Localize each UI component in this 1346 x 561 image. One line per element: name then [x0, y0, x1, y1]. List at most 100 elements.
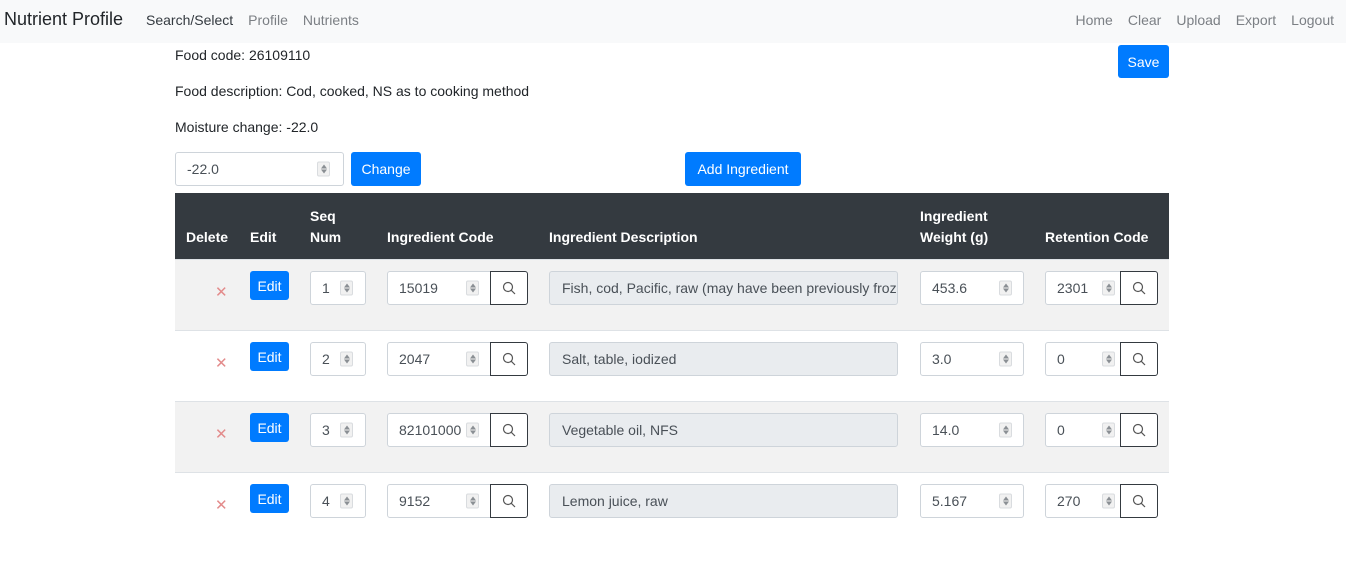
ingredient-code-spinner[interactable] — [466, 280, 479, 296]
edit-button[interactable]: Edit — [250, 271, 289, 300]
retention-code-input[interactable]: 2301 — [1045, 271, 1121, 305]
ingredient-weight-value: 14.0 — [932, 422, 960, 438]
delete-icon[interactable]: ✕ — [215, 354, 228, 372]
add-ingredient-button[interactable]: Add Ingredient — [685, 152, 801, 186]
nav-nutrients[interactable]: Nutrients — [303, 12, 359, 28]
seq-num-input[interactable]: 1 — [310, 271, 366, 305]
nav-clear[interactable]: Clear — [1128, 12, 1161, 28]
edit-button[interactable]: Edit — [250, 413, 289, 442]
ingredient-description-value: Salt, table, iodized — [562, 351, 677, 367]
table-row: ✕ Edit 3 82101000 Vegetable oil, NFS 14.0 0 — [175, 401, 1169, 472]
ingredient-weight-spinner[interactable] — [999, 351, 1012, 367]
header-retention-code: Retention Code — [1045, 229, 1149, 245]
table-header: Delete Edit Seq Num Ingredient Code Ingr… — [175, 193, 1169, 259]
retention-search-button[interactable] — [1120, 342, 1158, 376]
ingredient-weight-spinner[interactable] — [999, 493, 1012, 509]
seq-num-value: 4 — [322, 493, 330, 509]
header-num: Num — [310, 229, 342, 245]
ingredient-weight-input[interactable]: 3.0 — [920, 342, 1024, 376]
retention-search-button[interactable] — [1120, 484, 1158, 518]
retention-code-input[interactable]: 0 — [1045, 342, 1121, 376]
navbar: Nutrient Profile Search/Select Profile N… — [0, 0, 1346, 43]
ingredient-weight-spinner[interactable] — [999, 280, 1012, 296]
seq-num-input[interactable]: 2 — [310, 342, 366, 376]
retention-code-spinner[interactable] — [1102, 493, 1115, 509]
seq-num-spinner[interactable] — [340, 280, 353, 296]
ingredient-description-value: Vegetable oil, NFS — [562, 422, 678, 438]
header-ingredient-description: Ingredient Description — [549, 229, 698, 245]
delete-icon[interactable]: ✕ — [215, 496, 228, 514]
seq-num-input[interactable]: 3 — [310, 413, 366, 447]
header-ingredient-code: Ingredient Code — [387, 229, 494, 245]
retention-code-spinner[interactable] — [1102, 351, 1115, 367]
ingredient-weight-value: 453.6 — [932, 280, 968, 296]
seq-num-spinner[interactable] — [340, 493, 353, 509]
ingredient-search-button[interactable] — [490, 484, 528, 518]
ingredient-code-spinner[interactable] — [466, 351, 479, 367]
retention-search-button[interactable] — [1120, 271, 1158, 305]
nav-search-select[interactable]: Search/Select — [146, 12, 233, 28]
retention-code-spinner[interactable] — [1102, 422, 1115, 438]
ingredient-weight-value: 5.167 — [932, 493, 968, 509]
ingredient-description-field[interactable]: Lemon juice, raw — [549, 484, 898, 518]
ingredient-code-input[interactable]: 15019 — [387, 271, 491, 305]
ingredient-code-spinner[interactable] — [466, 422, 479, 438]
ingredient-description-field[interactable]: Fish, cod, Pacific, raw (may have been p… — [549, 271, 898, 305]
retention-code-value: 2301 — [1057, 280, 1089, 296]
change-button[interactable]: Change — [351, 152, 421, 186]
moisture-change: Moisture change: -22.0 — [175, 119, 319, 135]
delete-icon[interactable]: ✕ — [215, 283, 228, 301]
seq-num-spinner[interactable] — [340, 422, 353, 438]
nav-export[interactable]: Export — [1236, 12, 1276, 28]
delete-icon[interactable]: ✕ — [215, 425, 228, 443]
moisture-input[interactable]: -22.0 — [175, 152, 344, 186]
food-description: Food description: Cod, cooked, NS as to … — [175, 83, 530, 99]
ingredient-code-value: 15019 — [399, 280, 438, 296]
ingredient-weight-input[interactable]: 453.6 — [920, 271, 1024, 305]
nav-right: Home Clear Upload Export Logout — [1076, 12, 1335, 28]
header-ingredient: Ingredient — [920, 208, 988, 224]
table-row: ✕ Edit 4 9152 Lemon juice, raw 5.167 270 — [175, 472, 1169, 543]
retention-search-button[interactable] — [1120, 413, 1158, 447]
ingredient-description-field[interactable]: Vegetable oil, NFS — [549, 413, 898, 447]
header-delete: Delete — [186, 229, 229, 245]
retention-code-value: 270 — [1057, 493, 1081, 509]
food-code: Food code: 26109110 — [175, 47, 311, 63]
nav-profile[interactable]: Profile — [248, 12, 288, 28]
edit-button[interactable]: Edit — [250, 484, 289, 513]
ingredient-search-button[interactable] — [490, 271, 528, 305]
nav-left: Search/Select Profile Nutrients — [146, 12, 359, 28]
moisture-spinner[interactable] — [317, 161, 330, 177]
retention-code-value: 0 — [1057, 351, 1065, 367]
ingredient-search-button[interactable] — [490, 342, 528, 376]
navbar-brand[interactable]: Nutrient Profile — [4, 9, 123, 30]
ingredient-weight-input[interactable]: 14.0 — [920, 413, 1024, 447]
ingredient-code-spinner[interactable] — [466, 493, 479, 509]
retention-code-spinner[interactable] — [1102, 280, 1115, 296]
ingredient-code-input[interactable]: 2047 — [387, 342, 491, 376]
ingredient-weight-input[interactable]: 5.167 — [920, 484, 1024, 518]
header-edit: Edit — [250, 229, 277, 245]
seq-num-spinner[interactable] — [340, 351, 353, 367]
ingredient-description-value: Fish, cod, Pacific, raw (may have been p… — [562, 280, 898, 296]
table-row: ✕ Edit 2 2047 Salt, table, iodized 3.0 0 — [175, 330, 1169, 401]
nav-logout[interactable]: Logout — [1291, 12, 1334, 28]
ingredient-search-button[interactable] — [490, 413, 528, 447]
table-row: ✕ Edit 1 15019 Fish, cod, Pacific, raw (may … — [175, 259, 1169, 330]
retention-code-input[interactable]: 0 — [1045, 413, 1121, 447]
save-button[interactable]: Save — [1118, 45, 1169, 78]
nav-upload[interactable]: Upload — [1176, 12, 1220, 28]
ingredient-weight-spinner[interactable] — [999, 422, 1012, 438]
moisture-input-value: -22.0 — [187, 161, 219, 177]
ingredient-code-value: 9152 — [399, 493, 431, 509]
retention-code-value: 0 — [1057, 422, 1065, 438]
ingredient-code-input[interactable]: 82101000 — [387, 413, 491, 447]
ingredient-description-field[interactable]: Salt, table, iodized — [549, 342, 898, 376]
ingredient-weight-value: 3.0 — [932, 351, 952, 367]
seq-num-input[interactable]: 4 — [310, 484, 366, 518]
nav-home[interactable]: Home — [1076, 12, 1113, 28]
edit-button[interactable]: Edit — [250, 342, 289, 371]
ingredient-code-input[interactable]: 9152 — [387, 484, 491, 518]
header-weight: Weight (g) — [920, 229, 989, 245]
retention-code-input[interactable]: 270 — [1045, 484, 1121, 518]
